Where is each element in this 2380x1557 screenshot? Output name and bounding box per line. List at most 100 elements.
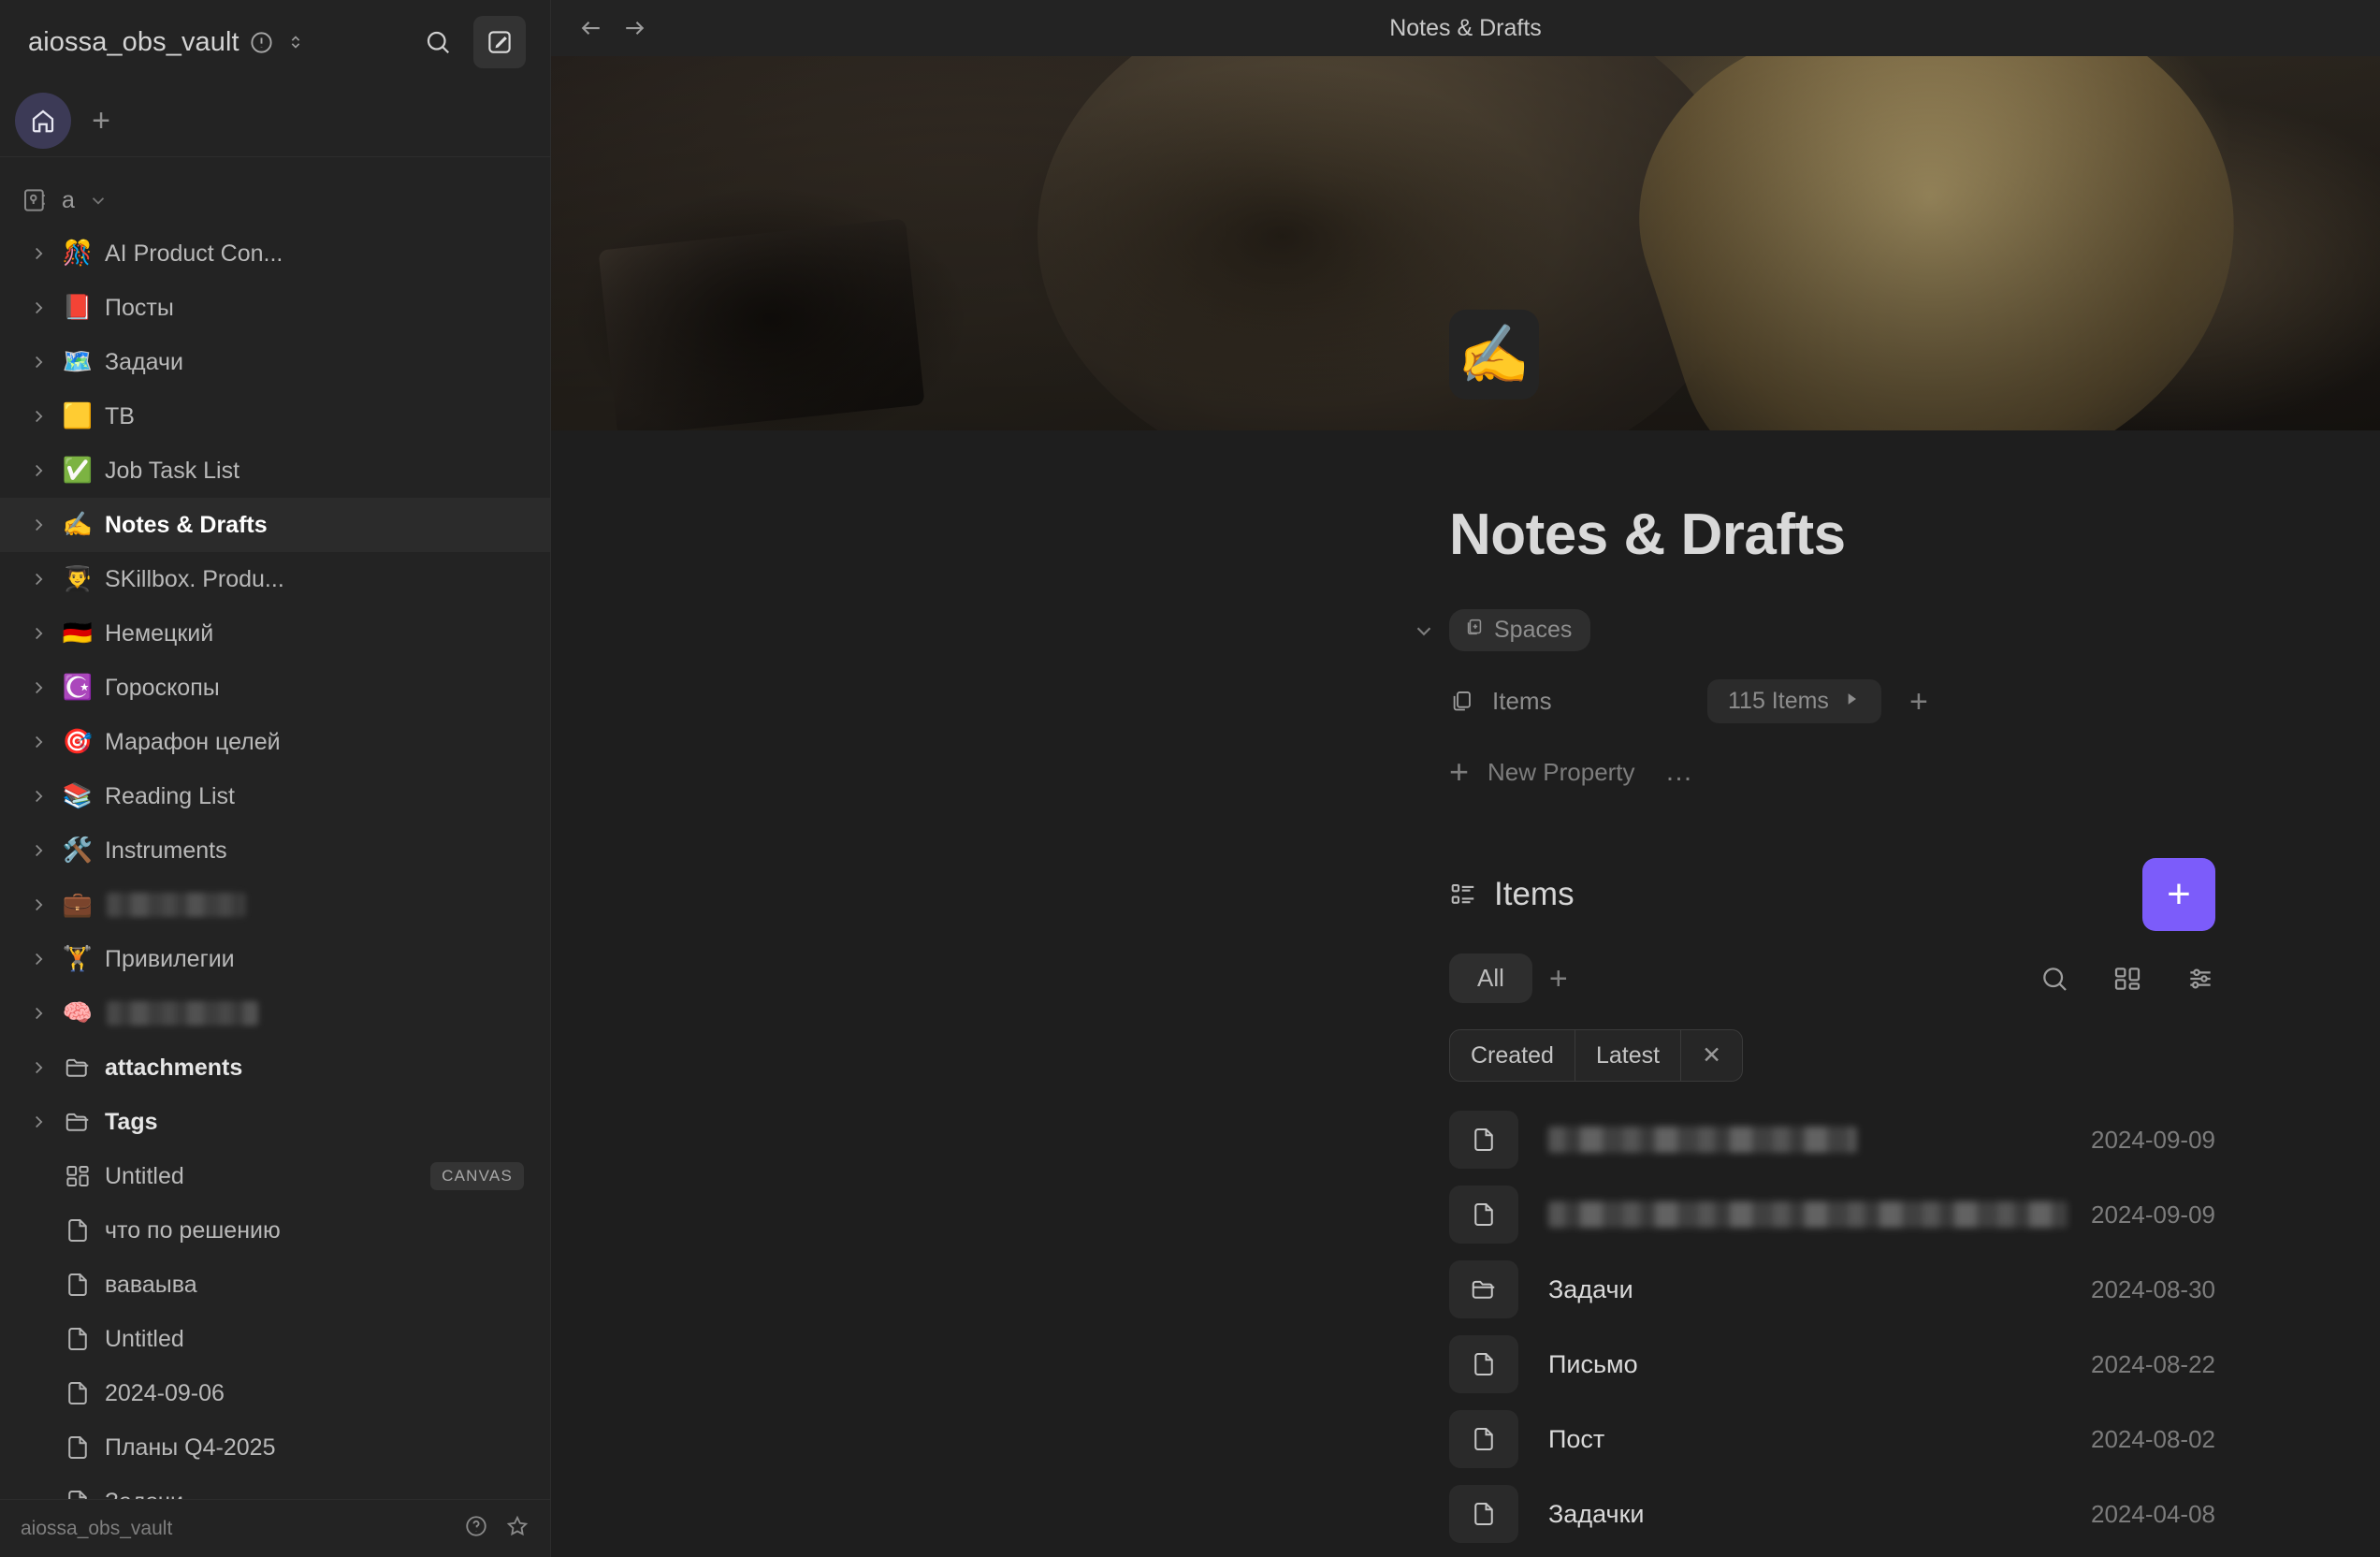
file-icon [56, 1433, 99, 1462]
layout-icon[interactable] [2112, 964, 2142, 994]
chevron-right-icon[interactable] [21, 840, 56, 861]
folder-icon [1449, 1260, 1518, 1318]
chevron-right-icon[interactable] [21, 1003, 56, 1024]
add-property-value-button[interactable]: + [1909, 686, 1928, 718]
notebook-icon [21, 186, 49, 214]
sidebar-item-14[interactable]: 🧠 [0, 986, 550, 1040]
canvas-icon [56, 1162, 99, 1190]
chevron-right-icon[interactable] [21, 1057, 56, 1078]
sidebar-item-6[interactable]: 👨‍🎓 SKillbox. Produ... [0, 552, 550, 606]
add-item-button[interactable]: + [2142, 858, 2215, 931]
sidebar-item-11[interactable]: 🛠️ Instruments [0, 823, 550, 878]
items-count-chip[interactable]: 115 Items [1707, 679, 1881, 723]
sidebar-item-20[interactable]: Untitled [0, 1312, 550, 1366]
sidebar-item-22[interactable]: Планы Q4-2025 [0, 1420, 550, 1475]
sidebar-item-5[interactable]: ✍️ Notes & Drafts [0, 498, 550, 552]
search-icon[interactable] [2039, 964, 2069, 994]
tab-all[interactable]: All [1449, 953, 1532, 1003]
help-icon[interactable] [464, 1514, 488, 1544]
sidebar-item-10[interactable]: 📚 Reading List [0, 769, 550, 823]
property-label-items: Items [1492, 687, 1552, 715]
filter-field[interactable]: Created [1450, 1030, 1575, 1081]
add-tab-button[interactable]: + [1549, 963, 1568, 995]
sidebar-item-18[interactable]: что по решению [0, 1203, 550, 1258]
page-title[interactable]: Notes & Drafts [1449, 502, 2380, 568]
sidebar-item-3[interactable]: 🟨 TB [0, 389, 550, 444]
sidebar-group-header[interactable]: a [0, 174, 550, 226]
spaces-tag[interactable]: Spaces [1449, 609, 1591, 651]
app-window: aiossa_obs_vault + a 🎊 AI Product Con...… [0, 0, 2380, 1557]
copy-icon [1449, 689, 1492, 714]
redacted-label [107, 1001, 258, 1026]
chevron-right-icon[interactable] [21, 298, 56, 318]
more-options-icon[interactable]: … [1665, 756, 1695, 788]
sidebar-item-15[interactable]: attachments [0, 1040, 550, 1095]
chevron-down-icon[interactable] [1412, 618, 1436, 648]
filter-order[interactable]: Latest [1574, 1030, 1680, 1081]
compose-icon[interactable] [473, 16, 526, 68]
chevron-right-icon[interactable] [21, 352, 56, 372]
file-icon [1449, 1111, 1518, 1169]
alert-circle-icon[interactable] [249, 30, 274, 55]
chevron-up-down-icon[interactable] [285, 29, 306, 55]
sidebar-item-9[interactable]: 🎯 Марафон целей [0, 715, 550, 769]
settings-sliders-icon[interactable] [2185, 964, 2215, 994]
properties-panel: Spaces Items 115 Items + + New Property … [1416, 609, 2380, 789]
vault-name[interactable]: aiossa_obs_vault [28, 27, 239, 58]
add-space-button[interactable]: + [80, 100, 122, 141]
table-row[interactable]: Задачи 2024-08-30 [1449, 1252, 2215, 1327]
sidebar-item-label: Гороскопы [105, 674, 220, 701]
arrow-right-icon[interactable] [620, 14, 648, 42]
sidebar-item-16[interactable]: Tags [0, 1095, 550, 1149]
table-row[interactable]: 2024-09-09 [1449, 1177, 2215, 1252]
play-icon [1842, 688, 1861, 715]
table-row[interactable]: Письмо 2024-08-22 [1449, 1327, 2215, 1402]
chevron-down-icon[interactable] [88, 190, 109, 211]
new-property-label[interactable]: New Property [1488, 758, 1635, 787]
chevron-right-icon[interactable] [21, 786, 56, 807]
new-property-row[interactable]: + New Property … [1449, 755, 2380, 789]
chevron-right-icon[interactable] [21, 623, 56, 644]
sidebar-item-label: TB [105, 402, 135, 429]
chevron-right-icon[interactable] [21, 895, 56, 915]
arrow-left-icon[interactable] [577, 14, 605, 42]
sidebar-item-0[interactable]: 🎊 AI Product Con... [0, 226, 550, 281]
sidebar-item-emoji: 🗺️ [62, 348, 94, 376]
plus-icon[interactable]: + [1449, 755, 1469, 789]
folder-icon [56, 1054, 99, 1082]
table-row[interactable]: 2024-04-01 [1449, 1551, 2215, 1557]
chevron-right-icon[interactable] [21, 460, 56, 481]
table-row[interactable]: Пост 2024-08-02 [1449, 1402, 2215, 1477]
sort-filter-chip[interactable]: Created Latest ✕ [1449, 1029, 1744, 1082]
table-row[interactable]: 2024-09-09 [1449, 1102, 2215, 1177]
sidebar-item-17[interactable]: Untitled CANVAS [0, 1149, 550, 1203]
sidebar-item-19[interactable]: ваваыва [0, 1258, 550, 1312]
chevron-right-icon[interactable] [21, 949, 56, 969]
sidebar-item-12[interactable]: 💼 [0, 878, 550, 932]
sidebar-item-13[interactable]: 🏋️ Привилегии [0, 932, 550, 986]
star-icon[interactable] [505, 1514, 530, 1544]
sidebar-item-8[interactable]: ☪️ Гороскопы [0, 661, 550, 715]
chevron-right-icon[interactable] [21, 569, 56, 589]
search-icon[interactable] [412, 16, 464, 68]
sidebar-item-21[interactable]: 2024-09-06 [0, 1366, 550, 1420]
chevron-right-icon[interactable] [21, 243, 56, 264]
sidebar-item-7[interactable]: 🇩🇪 Немецкий [0, 606, 550, 661]
chevron-right-icon[interactable] [21, 677, 56, 698]
close-icon[interactable]: ✕ [1680, 1030, 1742, 1081]
sidebar-item-label: Задачи [105, 348, 183, 375]
chevron-right-icon[interactable] [21, 406, 56, 427]
sidebar-group-label: a [62, 186, 75, 213]
page-emoji-icon[interactable]: ✍️ [1449, 309, 1539, 400]
home-icon[interactable] [15, 92, 71, 149]
sidebar-item-2[interactable]: 🗺️ Задачи [0, 335, 550, 389]
chevron-right-icon[interactable] [21, 515, 56, 535]
sidebar-item-4[interactable]: ✅ Job Task List [0, 444, 550, 498]
chevron-right-icon[interactable] [21, 1112, 56, 1132]
sidebar-item-23[interactable]: Задачи [0, 1475, 550, 1499]
spaces-tag-label: Spaces [1494, 617, 1573, 643]
chevron-right-icon[interactable] [21, 732, 56, 752]
table-row[interactable]: Задачки 2024-04-08 [1449, 1477, 2215, 1551]
file-icon [1449, 1186, 1518, 1244]
sidebar-item-1[interactable]: 📕 Посты [0, 281, 550, 335]
